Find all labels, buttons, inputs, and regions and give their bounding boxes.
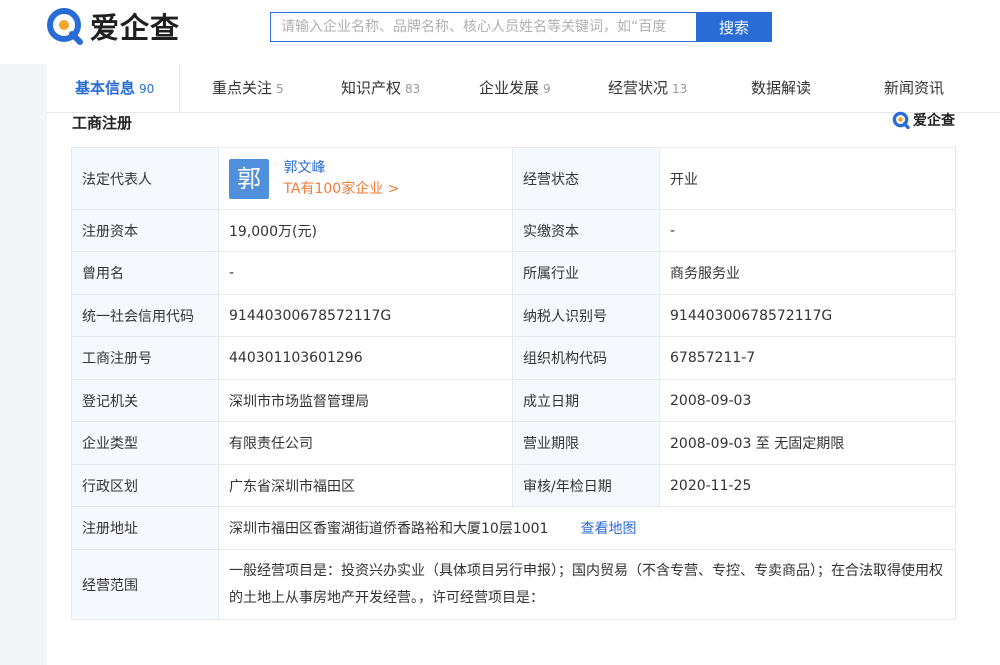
- tab-operations[interactable]: 经营状况 13: [608, 64, 687, 112]
- logo-icon: [46, 7, 84, 45]
- field-label: 组织机构代码: [512, 336, 660, 380]
- tab-count: 83: [405, 82, 421, 96]
- field-value: 深圳市市场监督管理局: [218, 379, 513, 422]
- address-cell: 深圳市福田区香蜜湖街道侨香路裕和大厦10层1001 查看地图: [218, 506, 956, 550]
- field-label: 企业类型: [71, 421, 219, 465]
- field-value: 广东省深圳市福田区: [218, 464, 513, 507]
- table-row: 统一社会信用代码 91440300678572117G 纳税人识别号 91440…: [71, 294, 956, 337]
- tab-basic-info[interactable]: 基本信息 90: [75, 64, 154, 112]
- brand-badge: 爱企查: [892, 110, 955, 130]
- tab-label: 基本信息: [75, 79, 136, 97]
- field-label: 营业期限: [512, 421, 660, 465]
- tab-label: 知识产权: [341, 79, 402, 97]
- value-scope: 一般经营项目是：投资兴办实业（具体项目另行申报）；国内贸易（不含专营、专控、专卖…: [218, 549, 956, 620]
- label-scope: 经营范围: [71, 549, 219, 620]
- value-status: 开业: [659, 147, 956, 210]
- tab-count: 90: [139, 82, 155, 96]
- field-label: 实缴资本: [512, 209, 660, 252]
- field-label: 曾用名: [71, 251, 219, 295]
- tab-label: 数据解读: [751, 79, 812, 97]
- registration-table: 法定代表人 郭 郭文峰 TA有100家企业 > 经营状态 开业 注册资本 19,…: [71, 147, 956, 620]
- label-status: 经营状态: [512, 147, 660, 210]
- avatar[interactable]: 郭: [229, 158, 269, 199]
- tab-label: 重点关注: [212, 79, 273, 97]
- view-map-link[interactable]: 查看地图: [580, 521, 636, 537]
- field-value: 2020-11-25: [659, 464, 956, 507]
- site-logo[interactable]: 爱企查: [46, 4, 180, 48]
- related-companies-link[interactable]: TA有100家企业 >: [283, 179, 399, 200]
- field-value: 91440300678572117G: [659, 294, 956, 337]
- field-value: 440301103601296: [218, 336, 513, 380]
- field-label: 审核/年检日期: [512, 464, 660, 507]
- brand-badge-text: 爱企查: [913, 113, 955, 129]
- tab-ip[interactable]: 知识产权 83: [341, 64, 420, 112]
- table-row: 注册地址 深圳市福田区香蜜湖街道侨香路裕和大厦10层1001 查看地图: [71, 506, 956, 550]
- field-label: 纳税人识别号: [512, 294, 660, 337]
- field-value: -: [659, 209, 956, 252]
- field-label: 工商注册号: [71, 336, 219, 380]
- table-row: 企业类型 有限责任公司 营业期限 2008-09-03 至 无固定期限: [71, 421, 956, 465]
- field-value: 67857211-7: [659, 336, 956, 380]
- field-label: 所属行业: [512, 251, 660, 295]
- table-row: 曾用名 - 所属行业 商务服务业: [71, 251, 956, 295]
- table-row: 法定代表人 郭 郭文峰 TA有100家企业 > 经营状态 开业: [71, 147, 956, 210]
- tab-bar: 基本信息 90 重点关注 5 知识产权 83 企业发展 9 经营状况 13 数据解读 新闻…: [47, 64, 1000, 113]
- field-label: 行政区划: [71, 464, 219, 507]
- logo-icon: [892, 111, 910, 130]
- field-label: 成立日期: [512, 379, 660, 422]
- table-row: 经营范围 一般经营项目是：投资兴办实业（具体项目另行申报）；国内贸易（不含专营、…: [71, 549, 956, 620]
- tab-count: 9: [543, 82, 551, 96]
- table-row: 登记机关 深圳市市场监督管理局 成立日期 2008-09-03: [71, 379, 956, 422]
- tab-count: 5: [276, 82, 284, 96]
- top-header: 爱企查 搜索: [0, 0, 1000, 64]
- search-input[interactable]: [270, 12, 696, 42]
- logo-text: 爱企查: [90, 11, 181, 45]
- legal-rep-info: 郭文峰 TA有100家企业 >: [283, 158, 399, 200]
- table-row: 行政区划 广东省深圳市福田区 审核/年检日期 2020-11-25: [71, 464, 956, 507]
- tab-news[interactable]: 新闻资讯: [884, 64, 944, 112]
- field-label: 统一社会信用代码: [71, 294, 219, 337]
- tab-count: 13: [672, 82, 688, 96]
- table-row: 工商注册号 440301103601296 组织机构代码 67857211-7: [71, 336, 956, 380]
- field-value: 19,000万(元): [218, 209, 513, 252]
- label-address: 注册地址: [71, 506, 219, 550]
- company-info-card: 基本信息 90 重点关注 5 知识产权 83 企业发展 9 经营状况 13 数据解读 新闻…: [47, 64, 1000, 665]
- field-value: 2008-09-03: [659, 379, 956, 422]
- field-value: -: [218, 251, 513, 295]
- table-row: 注册资本 19,000万(元) 实缴资本 -: [71, 209, 956, 252]
- field-value: 2008-09-03 至 无固定期限: [659, 421, 956, 465]
- tab-development[interactable]: 企业发展 9: [479, 64, 551, 112]
- field-label: 登记机关: [71, 379, 219, 422]
- search-button[interactable]: 搜索: [696, 12, 772, 42]
- tab-label: 新闻资讯: [884, 79, 945, 97]
- field-value: 有限责任公司: [218, 421, 513, 465]
- tab-divider: [179, 64, 180, 112]
- label-legal-rep: 法定代表人: [71, 147, 219, 210]
- tab-label: 经营状况: [608, 79, 669, 97]
- field-label: 注册资本: [71, 209, 219, 252]
- legal-rep-name[interactable]: 郭文峰: [283, 158, 399, 179]
- tab-key-focus[interactable]: 重点关注 5: [212, 64, 284, 112]
- tab-label: 企业发展: [479, 79, 540, 97]
- tab-data-analysis[interactable]: 数据解读: [751, 64, 811, 112]
- section-title: 工商注册: [72, 114, 133, 132]
- legal-rep-cell: 郭 郭文峰 TA有100家企业 >: [218, 147, 513, 210]
- field-value: 商务服务业: [659, 251, 956, 295]
- address-value: 深圳市福田区香蜜湖街道侨香路裕和大厦10层1001: [229, 521, 549, 537]
- field-value: 91440300678572117G: [218, 294, 513, 337]
